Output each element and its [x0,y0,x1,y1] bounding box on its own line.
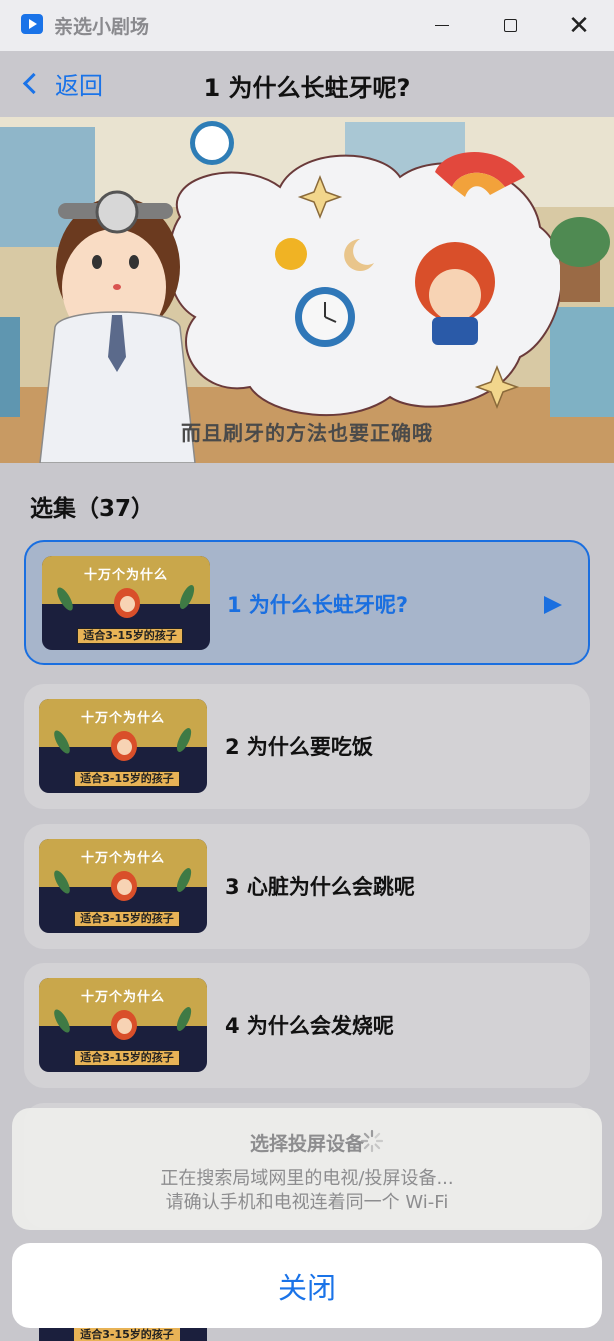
thumbnail-banner: 适合3-15岁的孩子 [77,628,183,644]
video-subtitle: 而且刷牙的方法也要正确哦 [181,421,433,445]
thumbnail-banner: 适合3-15岁的孩子 [74,1328,180,1341]
episode-thumbnail: 十万个为什么 适合3-15岁的孩子 [39,699,207,793]
minimize-icon [435,24,449,27]
minimize-button[interactable] [408,0,476,51]
video-frame-illustration [0,117,614,463]
close-icon: ✕ [568,10,590,41]
thumbnail-title: 十万个为什么 [80,990,165,1005]
episode-label: 4 为什么会发烧呢 [225,1014,394,1038]
thumbnail-banner: 适合3-15岁的孩子 [74,1050,180,1066]
thumbnail-title: 十万个为什么 [80,711,165,726]
thumbnail-title: 十万个为什么 [83,568,168,583]
cast-sheet-description: 正在搜索局域网里的电视/投屏设备... [160,1168,454,1189]
episode-thumbnail-peek: 适合3-15岁的孩子 [39,1328,207,1341]
episode-label: 1 为什么长蛀牙呢? [227,593,409,617]
cast-device-sheet: 选择投屏设备 正在搜索局域网里的电视/投屏设备... 请确认手机和电视连着同一个… [12,1108,602,1230]
loading-spinner-icon [360,1129,384,1153]
play-icon [544,596,562,614]
cast-sheet-title: 选择投屏设备 [249,1133,364,1155]
episode-card-3[interactable]: 十万个为什么 适合3-15岁的孩子 3 心脏为什么会跳呢 [24,824,590,949]
app-title: 亲选小剧场 [54,16,150,38]
video-player[interactable]: 而且刷牙的方法也要正确哦 [0,117,614,463]
play-app-icon [21,14,43,34]
maximize-button[interactable] [476,0,544,51]
window-titlebar: 亲选小剧场 ✕ [0,0,614,51]
thumbnail-banner: 适合3-15岁的孩子 [74,771,180,787]
episode-card-1[interactable]: 十万个为什么 适合3-15岁的孩子 1 为什么长蛀牙呢? [24,540,590,665]
episode-thumbnail: 十万个为什么 适合3-15岁的孩子 [42,556,210,650]
close-sheet-button[interactable]: 关闭 [12,1243,602,1328]
page-header: 返回 1 为什么长蛀牙呢? [0,51,614,117]
episode-card-4[interactable]: 十万个为什么 适合3-15岁的孩子 4 为什么会发烧呢 [24,963,590,1088]
page-title: 1 为什么长蛀牙呢? [203,74,411,102]
cast-sheet-hint: 请确认手机和电视连着同一个 Wi-Fi [165,1192,449,1213]
episode-card-2[interactable]: 十万个为什么 适合3-15岁的孩子 2 为什么要吃饭 [24,684,590,809]
thumbnail-title: 十万个为什么 [80,851,165,866]
maximize-icon [503,19,517,32]
close-window-button[interactable]: ✕ [545,0,613,51]
episode-list-title: 选集（37） [30,496,155,522]
thumbnail-banner: 适合3-15岁的孩子 [74,911,180,927]
episode-thumbnail: 十万个为什么 适合3-15岁的孩子 [39,839,207,933]
episode-label: 2 为什么要吃饭 [225,735,373,759]
episode-thumbnail: 十万个为什么 适合3-15岁的孩子 [39,978,207,1072]
episode-label: 3 心脏为什么会跳呢 [225,875,415,899]
